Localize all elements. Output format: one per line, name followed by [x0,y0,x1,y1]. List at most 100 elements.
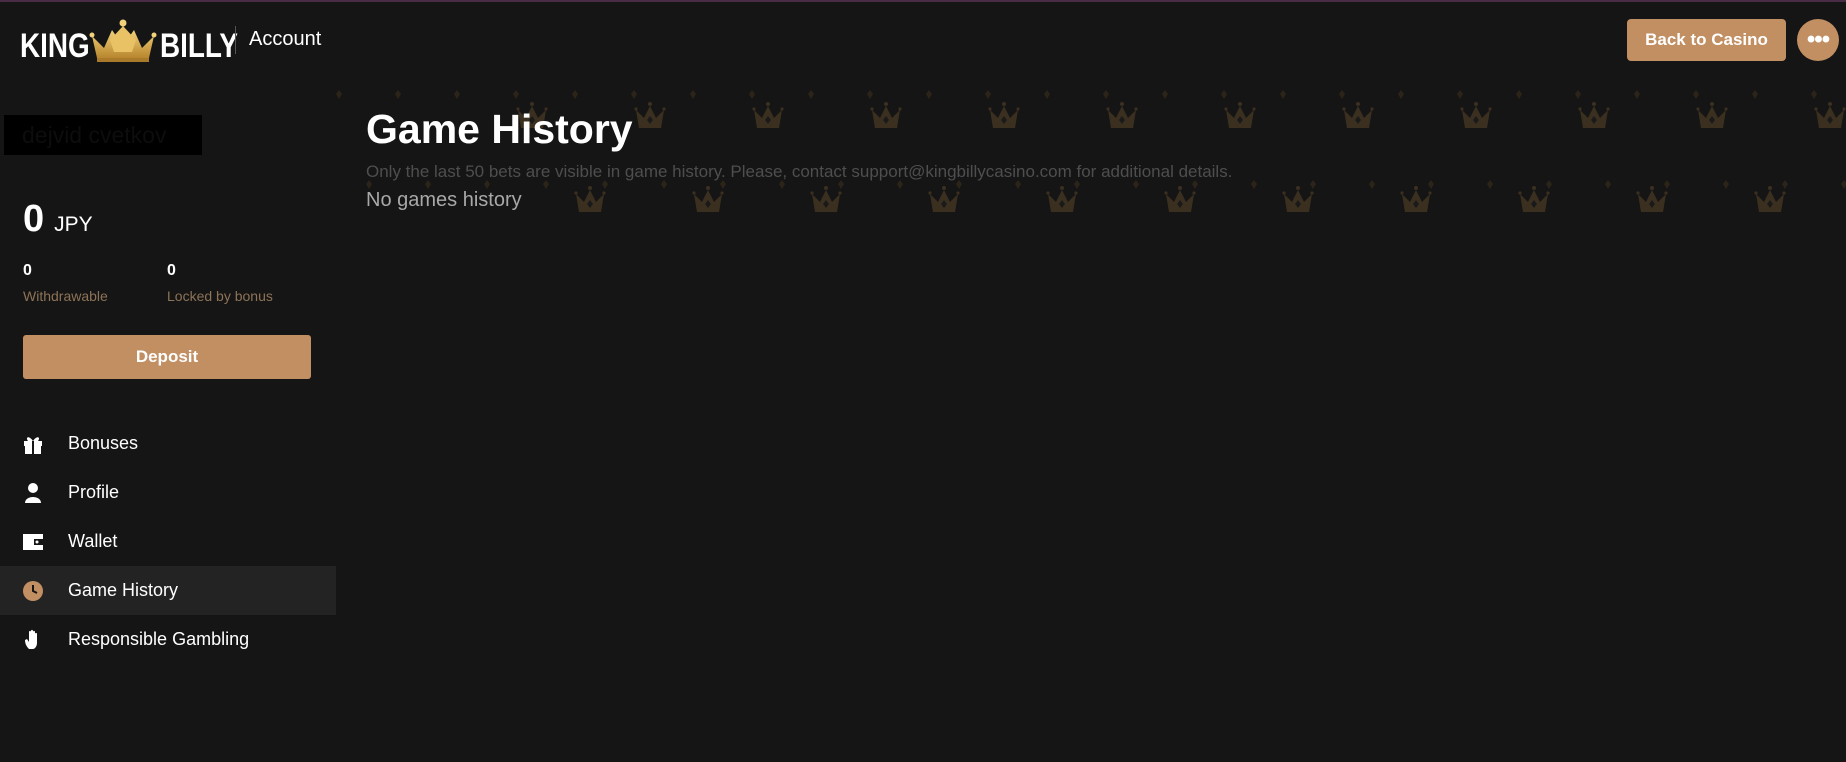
back-to-casino-button[interactable]: Back to Casino [1627,19,1786,61]
nav-label-profile: Profile [68,482,120,502]
diamond-pattern-mark [1251,180,1257,189]
locked-by-bonus-stat: 0 Locked by bonus [167,262,273,304]
nav-item-profile[interactable]: Profile [0,468,336,517]
crown-pattern-mark [1578,102,1610,128]
clock-icon [21,579,45,603]
nav-item-wallet[interactable]: Wallet [0,517,336,566]
diamond-pattern-mark [1811,90,1817,99]
top-header: KING BILLY Account Back to Casino ••• [0,2,1846,76]
nav-label-wallet: Wallet [68,531,118,551]
empty-state-message: No games history [366,189,522,211]
crown-pattern-mark [634,102,666,128]
crown-pattern-mark [1400,186,1432,212]
diamond-pattern-mark [1634,90,1640,99]
diamond-pattern-mark [1310,180,1316,189]
diamond-pattern-mark [867,90,873,99]
withdrawable-stat: 0 Withdrawable [23,262,108,304]
diamond-pattern-mark [631,90,637,99]
crown-pattern-mark [1342,102,1374,128]
crown-pattern-mark [1282,186,1314,212]
diamond-pattern-mark [1487,180,1493,189]
wallet-icon [21,530,45,554]
nav-item-bonuses[interactable]: Bonuses [0,419,336,468]
header-divider [235,26,236,54]
game-history-info: Only the last 50 bets are visible in gam… [366,162,1233,181]
nav-label-responsible-gambling: Responsible Gambling [68,629,250,649]
crown-pattern-mark [574,186,606,212]
nav-label-bonuses: Bonuses [68,433,139,453]
crown-pattern-mark [1106,102,1138,128]
main-content: Game History Only the last 50 bets are v… [336,76,1846,762]
diamond-pattern-mark [1339,90,1345,99]
diamond-pattern-mark [572,90,578,99]
crown-pattern-mark [692,186,724,212]
nav-item-game-history[interactable]: Game History [0,566,336,615]
page-title: Game History [366,106,633,152]
balance-currency: JPY [54,213,93,236]
diamond-pattern-mark [395,90,401,99]
user-icon [21,481,45,505]
logo-text-right: BILLY [160,27,238,65]
diamond-pattern-mark [808,90,814,99]
balance-amount: 0 [23,198,45,240]
diamond-pattern-mark [1605,180,1611,189]
king-billy-logo[interactable]: KING BILLY [20,16,238,65]
crown-pattern-mark [1046,186,1078,212]
crown-pattern-mark [1164,186,1196,212]
more-options-button[interactable]: ••• [1797,19,1839,61]
locked-value: 0 [167,262,176,279]
crown-pattern-mark [1518,186,1550,212]
balance: 0 JPY [23,198,93,241]
crown-pattern-mark [1754,186,1786,212]
username: dejvid cvetkov [4,115,202,155]
diamond-pattern-mark [1782,180,1788,189]
crown-icon [89,19,157,62]
crown-pattern-mark [1814,102,1846,128]
account-sidebar: dejvid cvetkov 0 JPY 0 Withdrawable 0 Lo… [0,76,336,762]
crown-pattern-mark [928,186,960,212]
diamond-pattern-mark [1369,180,1375,189]
diamond-pattern-mark [1664,180,1670,189]
diamond-pattern-mark [1516,90,1522,99]
diamond-pattern-mark [1546,180,1552,189]
crown-pattern-mark [870,102,902,128]
header-title: Account [249,28,322,50]
diamond-pattern-mark [1723,180,1729,189]
crown-pattern-mark [810,186,842,212]
diamond-pattern-mark [1693,90,1699,99]
crown-pattern-mark [988,102,1020,128]
nav-label-game-history: Game History [68,580,179,600]
diamond-pattern-mark [1044,90,1050,99]
withdrawable-value: 0 [23,262,32,279]
diamond-pattern-mark [749,90,755,99]
diamond-pattern-mark [513,90,519,99]
diamond-pattern-mark [336,90,342,99]
crown-pattern-mark [1636,186,1668,212]
crown-pattern-mark [1460,102,1492,128]
diamond-pattern-mark [1221,90,1227,99]
diamond-pattern-mark [454,90,460,99]
diamond-pattern-mark [985,90,991,99]
diamond-pattern-mark [1103,90,1109,99]
diamond-pattern-mark [1575,90,1581,99]
diamond-pattern-mark [926,90,932,99]
diamond-pattern-mark [1398,90,1404,99]
nav-item-responsible-gambling[interactable]: Responsible Gambling [0,615,336,664]
diamond-pattern-mark [1752,90,1758,99]
diamond-pattern-mark [1457,90,1463,99]
logo-text-left: KING [20,27,90,65]
withdrawable-label: Withdrawable [23,288,108,304]
more-dots-icon: ••• [1806,26,1830,53]
hand-icon [21,628,45,652]
diamond-pattern-mark [1841,180,1846,189]
diamond-pattern-mark [1162,90,1168,99]
account-nav: Bonuses Profile Wallet Game History Resp… [0,419,336,664]
diamond-pattern-mark [1280,90,1286,99]
gift-icon [21,432,45,456]
crown-pattern-mark [1696,102,1728,128]
diamond-pattern-mark [690,90,696,99]
locked-label: Locked by bonus [167,288,273,304]
crown-pattern-mark [752,102,784,128]
deposit-button[interactable]: Deposit [23,335,311,379]
crown-pattern-mark [1224,102,1256,128]
